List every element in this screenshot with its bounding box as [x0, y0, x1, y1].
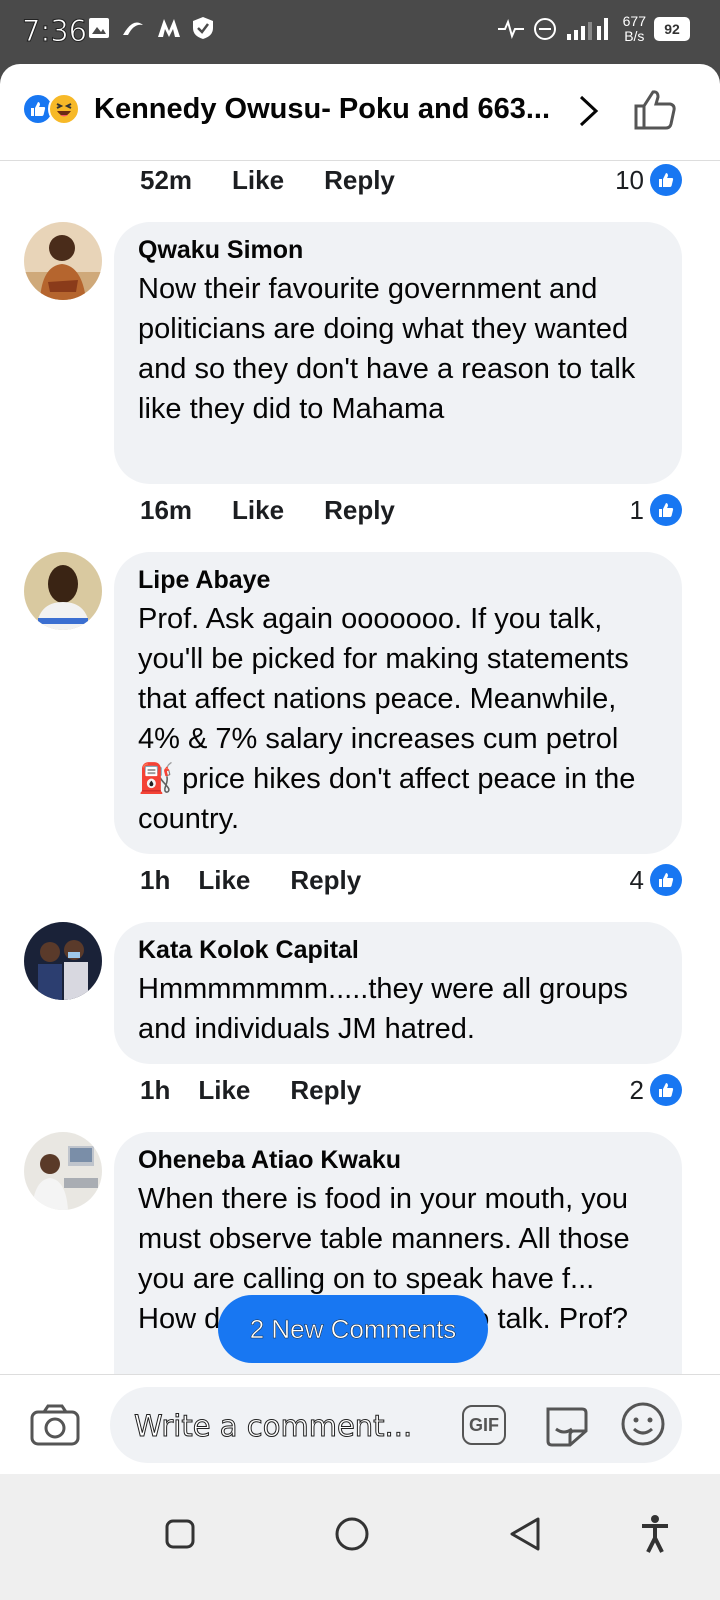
app-icon: [123, 22, 143, 35]
like-button-icon[interactable]: [632, 88, 678, 132]
header-title[interactable]: Kennedy Owusu- Poku and 663...: [94, 93, 550, 126]
chevron-right-icon[interactable]: [578, 94, 600, 128]
avatar[interactable]: [24, 1132, 102, 1210]
comment-input[interactable]: Write a comment... GIF: [110, 1387, 682, 1463]
comment-placeholder: Write a comment...: [133, 1409, 413, 1444]
sticker-icon[interactable]: [542, 1403, 590, 1449]
activity-icon: [497, 19, 524, 39]
news-icon: [158, 19, 180, 37]
emoji-icon[interactable]: [620, 1401, 666, 1447]
comment-bubble: Qwaku Simon Now their favourite governme…: [114, 222, 682, 484]
comment-author[interactable]: Oheneba Atiao Kwaku: [138, 1146, 658, 1175]
status-notification-icons: [88, 16, 214, 40]
like-link[interactable]: Like: [198, 865, 250, 896]
reply-link[interactable]: Reply: [290, 1075, 361, 1106]
new-comments-button[interactable]: 2 New Comments: [218, 1295, 488, 1363]
like-link[interactable]: Like: [198, 1075, 250, 1106]
gif-button[interactable]: GIF: [462, 1405, 506, 1445]
signal-icon: [566, 18, 608, 40]
comment-composer: Write a comment... GIF: [0, 1374, 720, 1475]
comment-bubble: Kata Kolok Capital Hmmmmmmm.....they wer…: [114, 922, 682, 1064]
comments-sheet: Kennedy Owusu- Poku and 663... 52m Like …: [0, 64, 720, 1504]
like-badge-icon: [650, 1074, 682, 1106]
comment-time: 16m: [140, 494, 193, 525]
system-nav-bar: [0, 1474, 720, 1600]
comment-bubble: Lipe Abaye Prof. Ask again ooooooo. If y…: [114, 552, 682, 854]
reply-link[interactable]: Reply: [290, 865, 361, 896]
haha-reaction-icon: [48, 93, 80, 125]
like-badge-icon: [650, 864, 682, 896]
comment-text: Prof. Ask again ooooooo. If you talk, yo…: [138, 603, 636, 835]
like-badge-icon: [650, 164, 682, 196]
comment-text: Now their favourite government and polit…: [138, 273, 636, 425]
camera-icon[interactable]: [30, 1403, 80, 1447]
comment-author[interactable]: Kata Kolok Capital: [138, 936, 658, 965]
reply-link[interactable]: Reply: [324, 165, 395, 196]
comment-actions: 16m Like Reply: [140, 490, 435, 530]
comment-actions: 1h Like Reply: [140, 860, 401, 900]
avatar[interactable]: [24, 552, 102, 630]
like-link[interactable]: Like: [232, 165, 284, 196]
like-badge-icon: [650, 494, 682, 526]
comment-time: 52m: [140, 164, 193, 195]
reaction-count[interactable]: 1: [630, 490, 682, 530]
gallery-icon: [89, 18, 109, 38]
status-bar: 7:36 677 B/s 92: [0, 0, 720, 64]
like-link[interactable]: Like: [232, 495, 284, 526]
comment-author[interactable]: Lipe Abaye: [138, 566, 658, 595]
reaction-count[interactable]: 4: [630, 860, 682, 900]
reaction-count[interactable]: 10: [615, 160, 682, 200]
reaction-icons[interactable]: [22, 93, 80, 125]
back-icon[interactable]: [508, 1516, 542, 1552]
avatar[interactable]: [24, 222, 102, 300]
reaction-count[interactable]: 2: [630, 1070, 682, 1110]
battery-level: 92: [664, 21, 680, 37]
dnd-icon: [533, 18, 556, 40]
comment-time: 1h: [140, 1074, 171, 1105]
comment-author[interactable]: Qwaku Simon: [138, 236, 658, 265]
recents-icon[interactable]: [164, 1518, 196, 1550]
status-system-icons: 677 B/s 92: [497, 14, 690, 44]
accessibility-icon[interactable]: [640, 1514, 670, 1554]
net-speed: 677 B/s: [622, 13, 646, 44]
comment-time: 1h: [140, 864, 171, 895]
shield-icon: [193, 17, 213, 39]
battery-icon: 92: [654, 17, 690, 41]
comment-list: 52m Like Reply 10 Qwaku Simon Now their …: [0, 160, 720, 1444]
comment-actions: 52m Like Reply: [140, 160, 435, 200]
reactions-header: Kennedy Owusu- Poku and 663...: [0, 64, 720, 161]
avatar[interactable]: [24, 922, 102, 1000]
home-icon[interactable]: [334, 1516, 370, 1552]
comment-text: Hmmmmmmm.....they were all groups and in…: [138, 973, 628, 1045]
status-time: 7:36: [21, 14, 88, 49]
fuel-pump-emoji: ⛽: [138, 763, 175, 795]
comment-actions: 1h Like Reply: [140, 1070, 401, 1110]
reply-link[interactable]: Reply: [324, 495, 395, 526]
